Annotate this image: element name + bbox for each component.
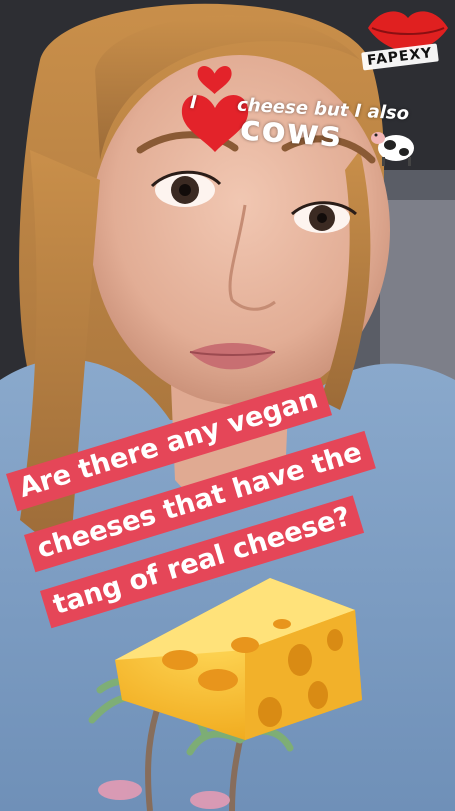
caption-cows: cows xyxy=(238,108,344,156)
story-photo: FAPEXY I cheese but I also cows Are ther… xyxy=(0,0,455,811)
caption-i: I xyxy=(189,92,198,114)
